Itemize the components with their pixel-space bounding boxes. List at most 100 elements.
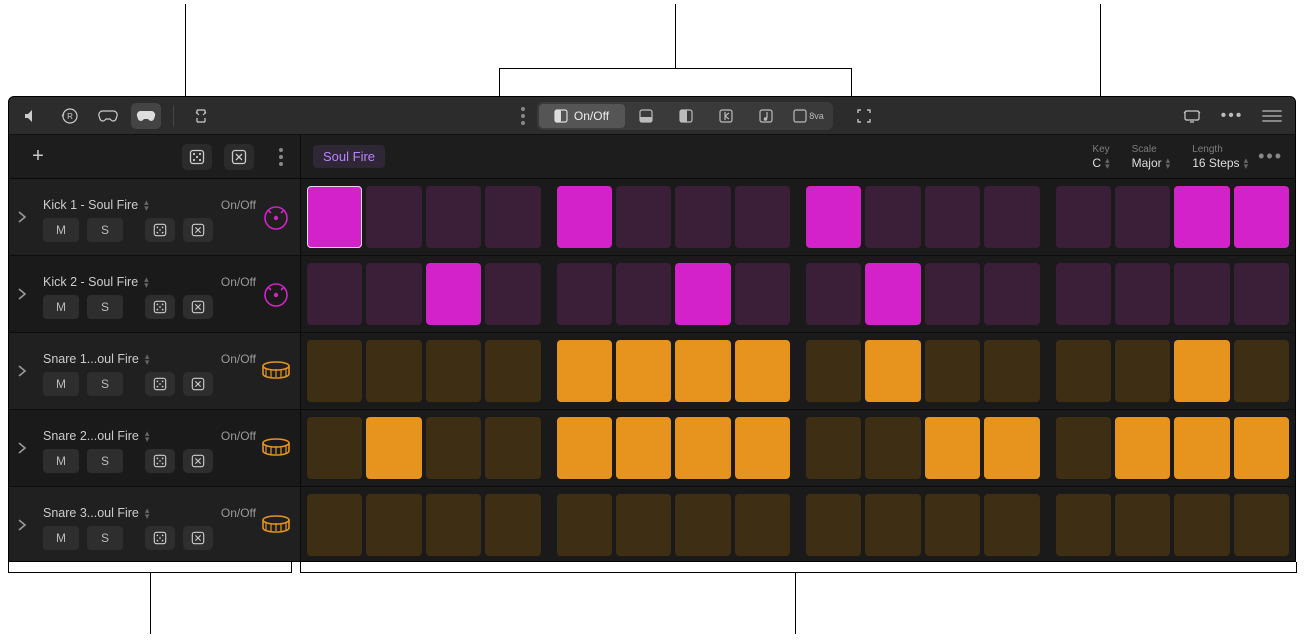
step-cell[interactable] (806, 494, 861, 556)
step-cell[interactable] (925, 263, 980, 325)
row-mode-label[interactable]: On/Off (221, 506, 256, 520)
step-cell[interactable] (735, 263, 790, 325)
disclosure-chevron-icon[interactable] (17, 333, 43, 409)
step-cell[interactable] (1234, 417, 1289, 479)
step-cell[interactable] (307, 263, 362, 325)
mute-button[interactable]: M (43, 372, 79, 396)
step-cell[interactable] (366, 186, 421, 248)
volume-icon[interactable] (17, 103, 47, 129)
octave-mode-button[interactable]: 8va (787, 104, 831, 128)
stepper-icon[interactable]: ▴▾ (145, 353, 150, 365)
solo-button[interactable]: S (87, 449, 123, 473)
mute-button[interactable]: M (43, 295, 79, 319)
step-cell[interactable] (485, 263, 540, 325)
display-mode-icon[interactable] (1177, 103, 1207, 129)
stepper-icon[interactable]: ▴▾ (145, 430, 150, 442)
row-randomize-button[interactable] (145, 218, 175, 242)
row-randomize-button[interactable] (145, 295, 175, 319)
step-cell[interactable] (806, 340, 861, 402)
step-cell[interactable] (984, 494, 1039, 556)
row-randomize-button[interactable] (145, 449, 175, 473)
step-cell[interactable] (1234, 340, 1289, 402)
step-cell[interactable] (806, 417, 861, 479)
stepper-icon[interactable]: ▴▾ (144, 199, 149, 211)
step-cell[interactable] (806, 186, 861, 248)
step-cell[interactable] (426, 340, 481, 402)
more-dots-icon[interactable]: ••• (1217, 103, 1247, 129)
step-cell[interactable] (366, 340, 421, 402)
step-cell[interactable] (557, 494, 612, 556)
step-cell[interactable] (1056, 494, 1111, 556)
mute-button[interactable]: M (43, 449, 79, 473)
step-cell[interactable] (865, 494, 920, 556)
step-cell[interactable] (735, 186, 790, 248)
step-cell[interactable] (735, 417, 790, 479)
step-cell[interactable] (865, 263, 920, 325)
step-cell[interactable] (1115, 494, 1170, 556)
disclosure-chevron-icon[interactable] (17, 410, 43, 486)
row-clear-button[interactable] (183, 526, 213, 550)
step-cell[interactable] (925, 340, 980, 402)
step-cell[interactable] (675, 340, 730, 402)
add-row-button[interactable]: + (27, 145, 49, 168)
step-cell[interactable] (426, 417, 481, 479)
step-cell[interactable] (675, 186, 730, 248)
randomize-button[interactable] (182, 144, 212, 170)
note-mode-button[interactable] (747, 104, 785, 128)
mute-button[interactable]: M (43, 218, 79, 242)
pattern-name-chip[interactable]: Soul Fire (313, 145, 385, 168)
row-randomize-button[interactable] (145, 372, 175, 396)
length-selector[interactable]: Length 16 Steps▴▾ (1192, 144, 1248, 170)
onoff-mode-button[interactable]: On/Off (539, 104, 625, 128)
step-cell[interactable] (1234, 186, 1289, 248)
step-cell[interactable] (984, 186, 1039, 248)
clear-button[interactable] (224, 144, 254, 170)
step-cell[interactable] (735, 494, 790, 556)
step-cell[interactable] (1234, 263, 1289, 325)
solo-button[interactable]: S (87, 218, 123, 242)
step-cell[interactable] (307, 494, 362, 556)
step-cell[interactable] (307, 340, 362, 402)
step-cell[interactable] (485, 186, 540, 248)
row-options-button[interactable] (272, 148, 290, 166)
solo-button[interactable]: S (87, 372, 123, 396)
step-cell[interactable] (616, 417, 671, 479)
step-cell[interactable] (1174, 417, 1229, 479)
step-cell[interactable] (1174, 340, 1229, 402)
step-cell[interactable] (1056, 340, 1111, 402)
step-cell[interactable] (1115, 263, 1170, 325)
step-cell[interactable] (485, 494, 540, 556)
step-cell[interactable] (557, 186, 612, 248)
step-cell[interactable] (1115, 340, 1170, 402)
step-cell[interactable] (366, 263, 421, 325)
stepper-icon[interactable]: ▴▾ (145, 507, 150, 519)
record-arm-icon[interactable]: R (55, 103, 85, 129)
step-cell[interactable] (1056, 417, 1111, 479)
step-cell[interactable] (616, 186, 671, 248)
row-mode-label[interactable]: On/Off (221, 352, 256, 366)
step-cell[interactable] (735, 340, 790, 402)
step-cell[interactable] (925, 417, 980, 479)
row-clear-button[interactable] (183, 218, 213, 242)
step-cell[interactable] (557, 263, 612, 325)
step-cell[interactable] (1174, 186, 1229, 248)
solo-button[interactable]: S (87, 526, 123, 550)
step-cell[interactable] (865, 186, 920, 248)
step-cell[interactable] (307, 417, 362, 479)
step-cell[interactable] (366, 417, 421, 479)
disclosure-chevron-icon[interactable] (17, 256, 43, 332)
step-cell[interactable] (485, 340, 540, 402)
scale-selector[interactable]: Scale Major▴▾ (1132, 144, 1171, 170)
step-cell[interactable] (984, 263, 1039, 325)
focus-mode-button[interactable] (849, 103, 879, 129)
tie-mode-button[interactable] (707, 104, 745, 128)
mute-button[interactable]: M (43, 526, 79, 550)
row-clear-button[interactable] (183, 295, 213, 319)
step-cell[interactable] (675, 494, 730, 556)
step-cell[interactable] (925, 494, 980, 556)
step-cell[interactable] (616, 340, 671, 402)
controller-outline-icon[interactable] (93, 103, 123, 129)
row-randomize-button[interactable] (145, 526, 175, 550)
step-cell[interactable] (426, 494, 481, 556)
step-cell[interactable] (1174, 494, 1229, 556)
